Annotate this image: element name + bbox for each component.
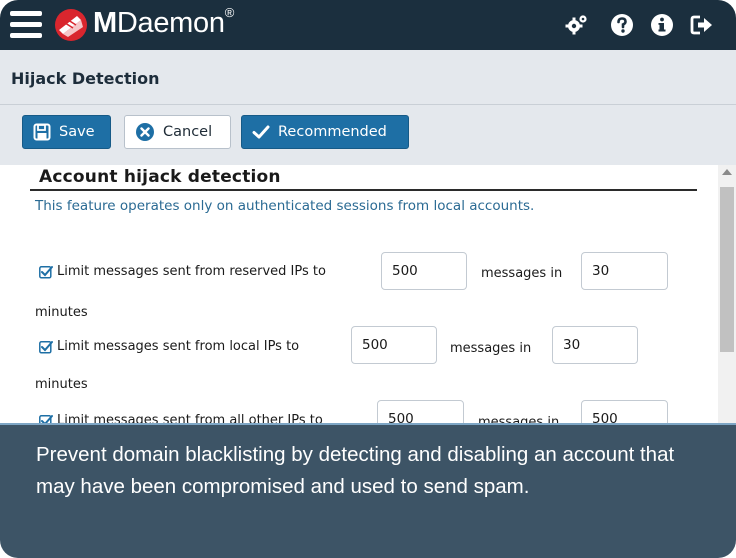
messages-in-label: messages in [481,266,563,281]
menu-icon[interactable] [10,11,42,39]
rule-label: Limit messages sent from all other IPs t… [57,413,323,423]
check-icon [252,125,270,139]
vertical-scrollbar[interactable] [718,165,736,423]
messages-in-label: messages in [478,415,560,423]
page-title: Hijack Detection [11,69,160,88]
section-divider [30,189,697,191]
settings-icon[interactable] [565,13,589,37]
recommended-button[interactable]: Recommended [241,115,409,149]
checkbox-checked-icon[interactable] [39,414,53,424]
minutes-label: minutes [35,377,88,392]
local-ips-count-input[interactable] [351,326,437,364]
scrollbar-thumb[interactable] [720,187,734,352]
minutes-label: minutes [35,305,88,320]
recommended-label: Recommended [278,124,387,140]
save-button[interactable]: Save [22,115,111,149]
top-bar: MDaemon® [0,0,736,50]
help-icon[interactable] [610,13,634,37]
other-ips-minutes-input[interactable] [581,400,668,423]
caption-text: Prevent domain blacklisting by detecting… [36,443,675,498]
rule-other-ips[interactable]: Limit messages sent from all other IPs t… [39,413,323,423]
checkbox-checked-icon[interactable] [39,265,53,279]
section-title: Account hijack detection [39,167,281,187]
brand-name: MDaemon® [93,5,234,39]
toolbar: Save Cancel Recommended [0,105,736,165]
checkbox-checked-icon[interactable] [39,340,53,354]
feature-caption: Prevent domain blacklisting by detecting… [0,423,736,558]
info-icon[interactable] [650,13,674,37]
rule-label: Limit messages sent from reserved IPs to [57,264,326,279]
app-frame: MDaemon® Hijack Detection Save Cancel Re… [0,0,736,558]
section-description: This feature operates only on authentica… [35,198,535,214]
cancel-button[interactable]: Cancel [124,115,231,149]
rule-label: Limit messages sent from local IPs to [57,339,300,354]
rule-reserved-ips[interactable]: Limit messages sent from reserved IPs to [39,264,326,279]
cancel-icon [136,123,154,141]
logout-icon[interactable] [690,13,714,37]
other-ips-count-input[interactable] [377,400,464,423]
mdaemon-logo-icon [55,9,87,41]
settings-panel: Account hijack detection This feature op… [0,165,718,423]
cancel-label: Cancel [163,124,213,140]
local-ips-minutes-input[interactable] [552,326,638,364]
page-header: Hijack Detection [0,50,736,105]
save-label: Save [59,124,95,140]
messages-in-label: messages in [450,341,532,356]
rule-local-ips[interactable]: Limit messages sent from local IPs to [39,339,299,354]
reserved-ips-minutes-input[interactable] [581,252,668,290]
scroll-up-icon[interactable] [722,169,732,175]
reserved-ips-count-input[interactable] [381,252,467,290]
save-icon [33,123,51,141]
